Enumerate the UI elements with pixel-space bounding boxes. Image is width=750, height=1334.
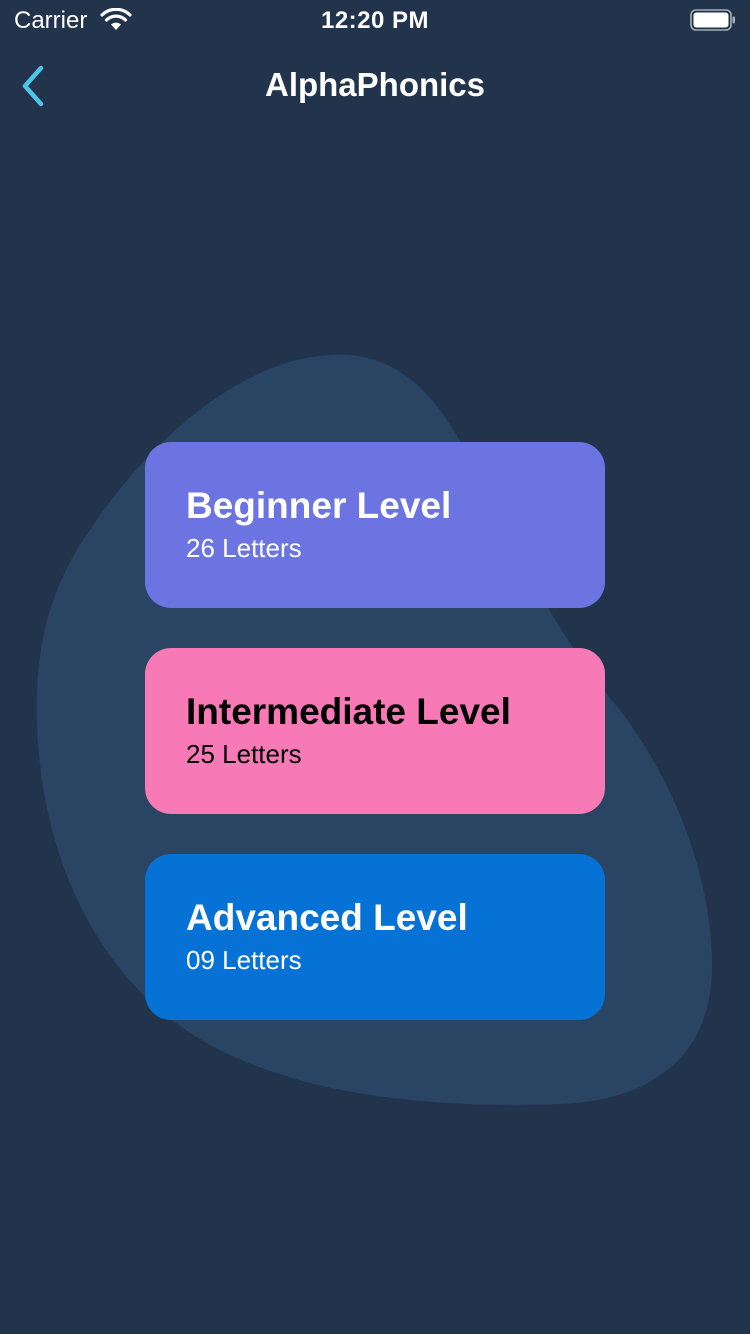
status-time: 12:20 PM	[320, 7, 430, 34]
status-bar: Carrier 12:20 PM	[0, 0, 750, 40]
page-title: AlphaPhonics	[264, 66, 486, 103]
navigation-bar: AlphaPhonics	[0, 44, 750, 132]
advanced-level-card[interactable]: Advanced Level 09 Letters	[145, 854, 605, 1020]
level-title: Intermediate Level	[186, 691, 511, 732]
beginner-level-card[interactable]: Beginner Level 26 Letters	[145, 442, 605, 608]
level-list: Beginner Level 26 Letters Intermediate L…	[145, 442, 605, 1020]
level-title: Beginner Level	[186, 485, 452, 526]
battery-icon	[690, 9, 735, 31]
intermediate-level-card[interactable]: Intermediate Level 25 Letters	[145, 648, 605, 814]
level-letter-count: 26 Letters	[186, 533, 302, 563]
level-letter-count: 09 Letters	[186, 945, 302, 975]
level-letter-count: 25 Letters	[186, 739, 302, 769]
level-title: Advanced Level	[186, 897, 468, 938]
